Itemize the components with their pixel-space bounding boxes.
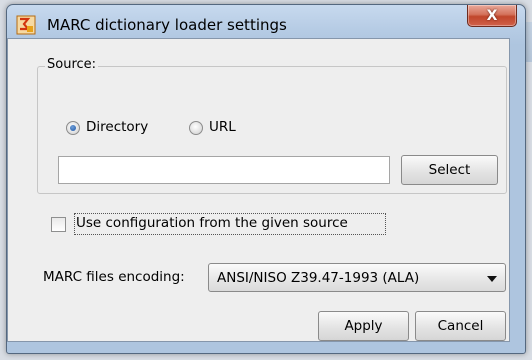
url-radio[interactable] (189, 121, 203, 135)
url-radio-label[interactable]: URL (209, 119, 236, 135)
radio-selected-dot (70, 125, 76, 131)
marc-loader-app-icon (16, 15, 36, 35)
use-config-checkbox[interactable] (51, 217, 66, 232)
cancel-button[interactable]: Cancel (415, 311, 506, 341)
close-icon: X (486, 7, 498, 24)
source-group-legend: Source: (45, 57, 99, 72)
encoding-selected-value: ANSI/NISO Z39.47-1993 (ALA) (217, 270, 420, 286)
window-title: MARC dictionary loader settings (47, 16, 287, 34)
encoding-dropdown[interactable]: ANSI/NISO Z39.47-1993 (ALA) (208, 263, 506, 292)
chevron-down-icon (487, 276, 497, 282)
apply-button[interactable]: Apply (318, 311, 409, 341)
source-path-input[interactable] (58, 156, 390, 184)
directory-radio-label[interactable]: Directory (86, 119, 148, 135)
select-button[interactable]: Select (401, 155, 498, 185)
encoding-label: MARC files encoding: (43, 269, 185, 285)
directory-radio[interactable] (66, 121, 80, 135)
close-button[interactable]: X (467, 5, 517, 27)
use-config-label[interactable]: Use configuration from the given source (76, 215, 348, 231)
